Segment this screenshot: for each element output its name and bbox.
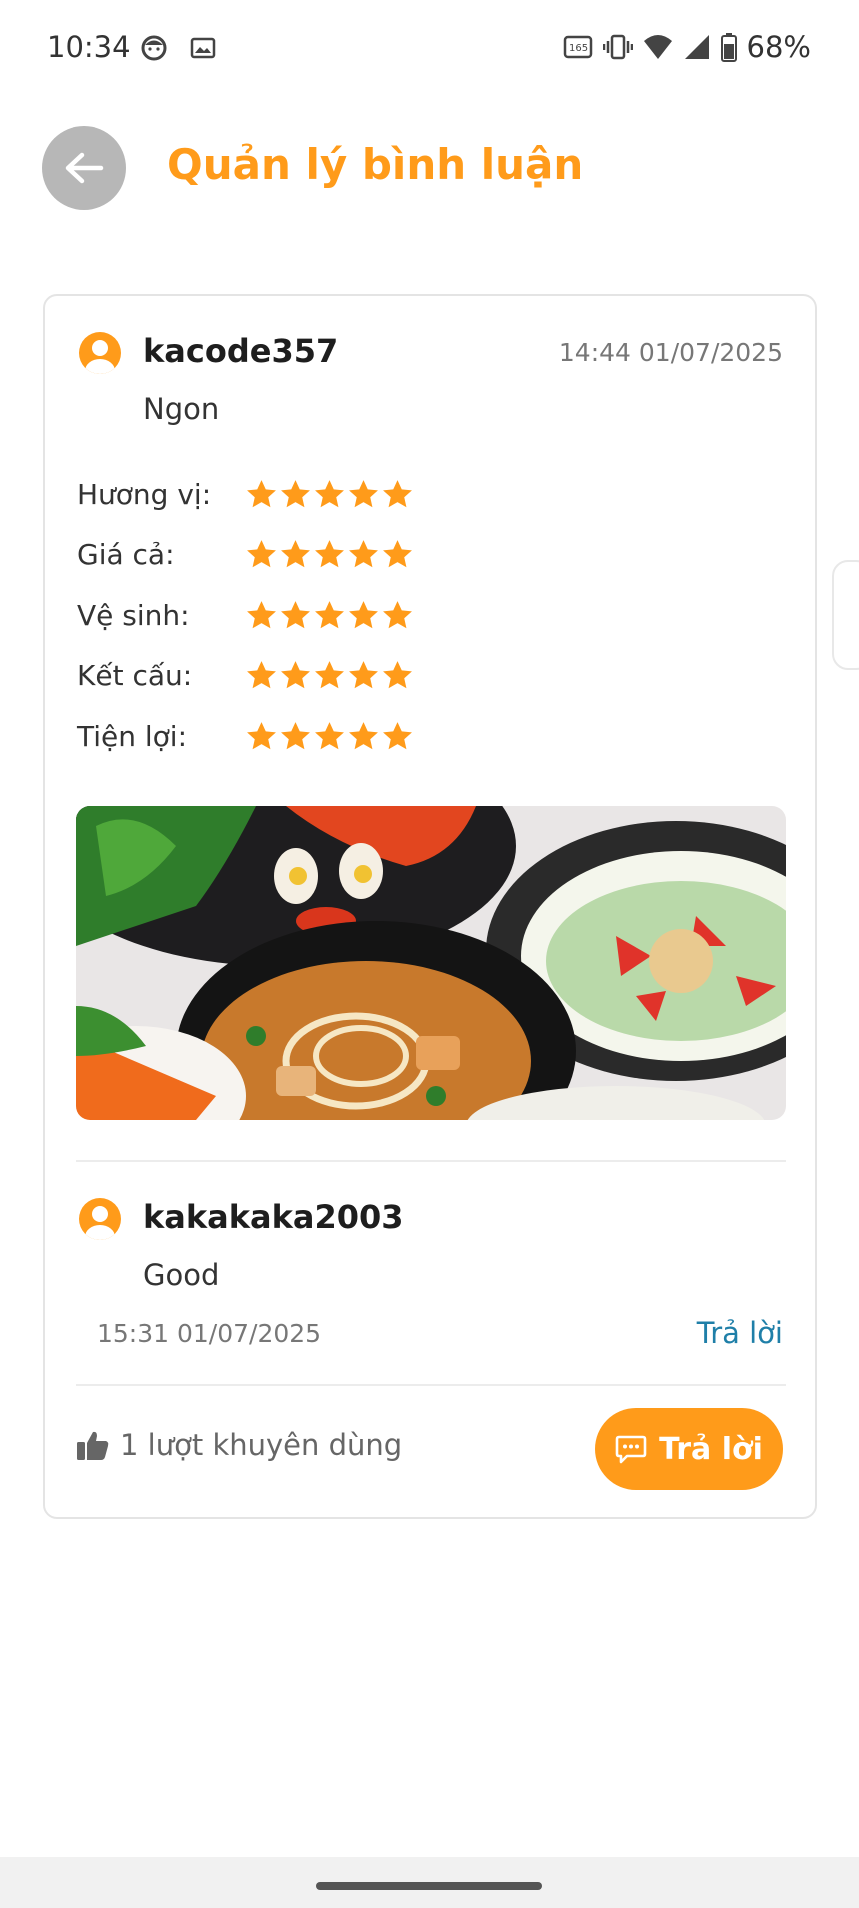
user-avatar-icon [79, 332, 121, 374]
review-header: kacode357 14:44 01/07/2025 [79, 332, 783, 378]
reply-header: kakakaka2003 [79, 1198, 783, 1244]
reply-button[interactable]: Trả lời [595, 1408, 783, 1490]
star-icon [281, 721, 310, 750]
edge-card-sliver [832, 560, 859, 670]
divider [76, 1160, 786, 1162]
review-date: 14:44 01/07/2025 [558, 338, 783, 367]
reply-username: kakakaka2003 [143, 1198, 404, 1236]
star-rating [245, 538, 414, 571]
star-icon [247, 661, 276, 689]
vibrate-icon [602, 34, 633, 60]
star-rating [245, 478, 414, 511]
status-bar: 10:34 165 68% [0, 0, 859, 96]
status-right-icons: 165 68% [563, 30, 811, 64]
signal-icon [684, 35, 709, 59]
star-icon [383, 721, 412, 750]
recommend-text: 1 lượt khuyên dùng [120, 1428, 403, 1462]
rating-label: Kết cấu: [77, 659, 193, 693]
star-icon [315, 540, 344, 568]
battery-percent: 68% [746, 30, 811, 64]
image-icon [190, 37, 216, 59]
star-icon [315, 479, 344, 508]
rating-label: Hương vị: [77, 477, 212, 511]
star-icon [315, 721, 344, 750]
face-icon [141, 35, 167, 61]
rating-row: Giá cả: [77, 525, 414, 586]
review-text: Ngon [143, 392, 220, 426]
star-icon [315, 661, 344, 689]
wifi-icon [643, 35, 672, 59]
star-icon [383, 600, 412, 629]
star-icon [247, 721, 276, 750]
status-left-icons [140, 34, 216, 62]
star-rating [245, 720, 414, 753]
rating-row: Hương vị: [77, 464, 414, 525]
star-icon [383, 661, 412, 689]
status-time: 10:34 [47, 30, 131, 64]
rating-row: Tiện lợi: [77, 706, 414, 767]
star-rating [245, 599, 414, 632]
rating-label: Giá cả: [77, 538, 175, 572]
star-icon [349, 540, 378, 568]
user-avatar-icon [79, 1198, 121, 1240]
star-icon [281, 600, 310, 629]
star-icon [281, 479, 310, 508]
star-rating [245, 659, 414, 692]
rating-label: Vệ sinh: [77, 598, 190, 632]
star-icon [383, 540, 412, 568]
star-icon [247, 540, 276, 568]
ratings-list: Hương vị: Giá cả: Vệ sinh: Kết cấu: Tiện… [77, 464, 414, 767]
food-photo-icon [76, 806, 786, 1120]
reply-button-label: Trả lời [659, 1431, 763, 1467]
star-icon [349, 721, 378, 750]
star-icon [281, 661, 310, 689]
star-icon [349, 479, 378, 508]
page-title: Quản lý bình luận [167, 140, 584, 189]
review-card: kacode357 14:44 01/07/2025 Ngon Hương vị… [43, 294, 817, 1519]
review-username: kacode357 [143, 332, 339, 370]
navigation-bar [0, 1857, 859, 1908]
back-button[interactable] [42, 126, 126, 210]
divider [76, 1384, 786, 1386]
star-icon [349, 661, 378, 689]
rating-label: Tiện lợi: [77, 719, 188, 753]
thumbs-up-icon [77, 1431, 109, 1460]
star-icon [383, 479, 412, 508]
reply-date: 15:31 01/07/2025 [97, 1319, 322, 1348]
rating-row: Kết cấu: [77, 646, 414, 707]
home-indicator[interactable] [316, 1882, 542, 1890]
star-icon [247, 600, 276, 629]
card-footer: 1 lượt khuyên dùng Trả lời [76, 1408, 783, 1492]
arrow-left-icon [65, 152, 104, 184]
star-icon [247, 479, 276, 508]
star-icon [349, 600, 378, 629]
battery-icon [720, 33, 737, 62]
recommend-count: 1 lượt khuyên dùng [76, 1428, 402, 1462]
refresh-rate-icon: 165 [563, 35, 592, 59]
rating-row: Vệ sinh: [77, 585, 414, 646]
reply-link[interactable]: Trả lời [697, 1316, 783, 1350]
star-icon [281, 540, 310, 568]
reply-text: Good [143, 1258, 220, 1292]
review-photo[interactable] [76, 806, 786, 1120]
star-icon [315, 600, 344, 629]
chat-bubble-icon [615, 1435, 647, 1464]
svg-text:165: 165 [569, 43, 588, 54]
